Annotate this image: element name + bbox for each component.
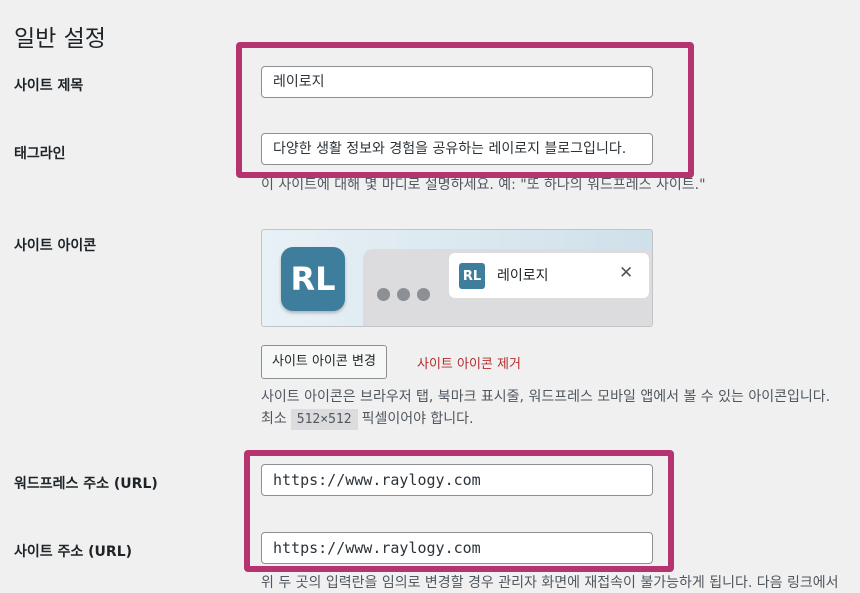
tab-title: 레이로지 (497, 268, 549, 284)
size-code: 512×512 (290, 409, 358, 430)
window-dot-icon (377, 288, 390, 301)
app-icon-preview: RL (281, 247, 345, 311)
page-title: 일반 설정 (14, 26, 106, 53)
site-title-label: 사이트 제목 (14, 78, 84, 94)
site-icon-description: 사이트 아이콘은 브라우저 탭, 북마크 표시줄, 워드프레스 모바일 앱에서 … (261, 389, 831, 405)
browser-tab-preview: RL 레이로지 ✕ (449, 253, 649, 298)
change-site-icon-button[interactable]: 사이트 아이콘 변경 (261, 345, 387, 379)
window-dot-icon (417, 288, 430, 301)
site-icon-size-note: 최소 512×512 픽셀이어야 합니다. (261, 408, 474, 430)
site-icon-preview: RL RL 레이로지 ✕ (261, 229, 653, 327)
site-address-label: 사이트 주소 (URL) (14, 544, 133, 560)
size-note-suffix: 픽셀이어야 합니다. (361, 411, 474, 427)
site-address-description: 위 두 곳의 입력란을 임의로 변경할 경우 관리자 화면에 재접속이 불가능하… (261, 575, 839, 591)
tab-favicon: RL (459, 263, 485, 289)
tagline-label: 태그라인 (14, 146, 66, 162)
highlight-box-urls (244, 450, 674, 572)
close-icon: ✕ (619, 263, 634, 283)
remove-site-icon-link[interactable]: 사이트 아이콘 제거 (417, 353, 521, 372)
site-icon-label: 사이트 아이콘 (14, 238, 97, 254)
window-dot-icon (397, 288, 410, 301)
size-note-prefix: 최소 (261, 411, 287, 427)
wp-address-label: 워드프레스 주소 (URL) (14, 476, 158, 492)
highlight-box-title-tagline (236, 42, 694, 178)
